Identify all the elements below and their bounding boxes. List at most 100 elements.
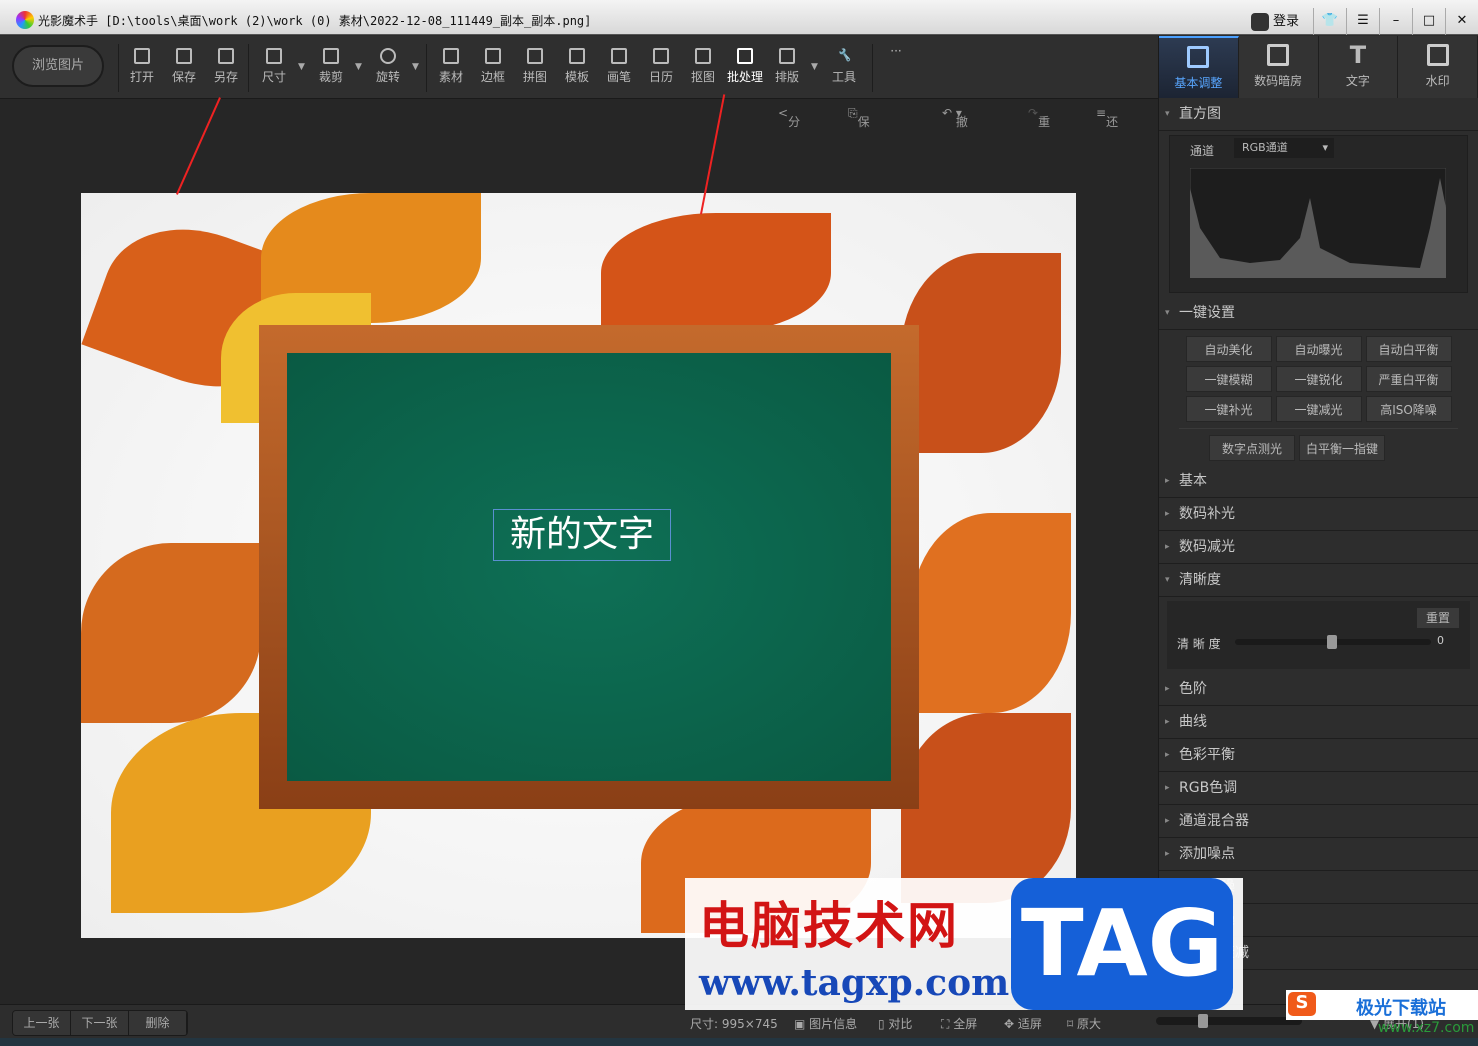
crop-icon	[323, 48, 339, 64]
login-button[interactable]: 登录	[1237, 8, 1313, 35]
rotate-button[interactable]: 旋转	[368, 48, 408, 85]
resize-button[interactable]: 尺寸	[254, 48, 294, 85]
batch-button[interactable]: 批处理	[722, 48, 768, 85]
brush-icon	[611, 48, 627, 64]
right-panel: 基本调整 数码暗房 T文字 水印 直方图 通道 RGB通道▾ 一键设置 自动美化…	[1158, 36, 1478, 1004]
close-button[interactable]: ✕	[1445, 8, 1478, 35]
calendar-button[interactable]: 日历	[641, 48, 681, 85]
auto-beautify-button[interactable]: 自动美化	[1185, 336, 1272, 362]
save-action-button[interactable]: ⎘ 保存动作	[848, 106, 870, 180]
section-histogram[interactable]: 直方图	[1159, 98, 1478, 131]
one-click-sharpen-button[interactable]: 一键锐化	[1275, 366, 1362, 392]
section-channel-mixer[interactable]: 通道混合器	[1159, 805, 1478, 838]
text-layer[interactable]: 新的文字	[493, 509, 671, 561]
one-click-blur-button[interactable]: 一键模糊	[1185, 366, 1272, 392]
watermark-cn-text: 电脑技术网	[699, 897, 959, 955]
section-rgb-tone[interactable]: RGB色调	[1159, 772, 1478, 805]
white-balance-picker-button[interactable]: 白平衡一指键	[1299, 435, 1385, 461]
app-logo-icon	[16, 11, 34, 29]
template-button[interactable]: 模板	[557, 48, 597, 85]
sharpness-controls: 重置 清 晰 度 0	[1167, 601, 1470, 669]
layout-dropdown-icon[interactable]: ▼	[811, 62, 818, 72]
material-button[interactable]: 素材	[431, 48, 471, 85]
original-size-button[interactable]: ⌑ 原大	[1067, 1015, 1101, 1032]
more-button[interactable]: ···	[876, 44, 916, 58]
skin-button[interactable]: 👕	[1313, 8, 1346, 35]
border-icon	[485, 48, 501, 64]
compare-button[interactable]: ▯ 对比	[878, 1015, 912, 1032]
slider-handle[interactable]	[1327, 635, 1337, 649]
rotate-dropdown-icon[interactable]: ▼	[412, 62, 419, 72]
channel-select[interactable]: RGB通道 ▾	[1234, 138, 1334, 158]
reduce-light-button[interactable]: 一键减光	[1275, 396, 1362, 422]
section-curves[interactable]: 曲线	[1159, 706, 1478, 739]
next-image-button[interactable]: 下一张	[71, 1011, 129, 1035]
cutout-button[interactable]: 抠图	[683, 48, 723, 85]
channel-label: 通道	[1190, 144, 1215, 158]
star-icon	[443, 48, 459, 64]
prev-image-button[interactable]: 上一张	[13, 1011, 71, 1035]
tab-darkroom[interactable]: 数码暗房	[1238, 36, 1319, 98]
brush-button[interactable]: 画笔	[599, 48, 639, 85]
calendar-icon	[653, 48, 669, 64]
section-color-balance[interactable]: 色彩平衡	[1159, 739, 1478, 772]
high-iso-denoise-button[interactable]: 高ISO降噪	[1365, 396, 1452, 422]
camera-icon	[1267, 44, 1290, 66]
open-button[interactable]: 打开	[122, 48, 162, 85]
sharpness-value: 0	[1437, 634, 1444, 647]
layout-button[interactable]: 排版	[767, 48, 807, 85]
browse-images-button[interactable]: 浏览图片	[12, 45, 104, 87]
pen-icon	[695, 48, 711, 64]
crop-button[interactable]: 裁剪	[311, 48, 351, 85]
window-title: 光影魔术手 [D:\tools\桌面\work (2)\work (0) 素材\…	[38, 14, 592, 28]
tab-watermark[interactable]: 水印	[1398, 36, 1478, 98]
wrench-icon: 🔧	[836, 48, 852, 62]
tab-basic-adjust[interactable]: 基本调整	[1159, 36, 1239, 98]
restore-button[interactable]: ≡ 还原	[1096, 106, 1118, 146]
zoom-slider[interactable]	[1156, 1014, 1302, 1028]
resize-dropdown-icon[interactable]: ▼	[298, 62, 305, 72]
spot-metering-button[interactable]: 数字点测光	[1209, 435, 1295, 461]
zoom-slider-handle[interactable]	[1198, 1014, 1208, 1028]
xz7-text: 极光下载站	[1356, 998, 1446, 1019]
image-info-button[interactable]: ▣ 图片信息	[794, 1015, 857, 1032]
user-face-icon	[1250, 12, 1269, 31]
fill-light-button[interactable]: 一键补光	[1185, 396, 1272, 422]
section-add-noise[interactable]: 添加噪点	[1159, 838, 1478, 871]
save-icon	[176, 48, 192, 64]
fullscreen-button[interactable]: ⛶ 全屏	[941, 1015, 977, 1032]
save-button[interactable]: 保存	[164, 48, 204, 85]
section-basic[interactable]: 基本	[1159, 465, 1478, 498]
minimize-button[interactable]: –	[1379, 8, 1412, 35]
sogou-icon: S	[1288, 992, 1316, 1016]
tools-button[interactable]: 🔧 工具	[824, 48, 864, 85]
section-reduce-light[interactable]: 数码减光	[1159, 531, 1478, 564]
watermark-tag-logo: TAG	[1011, 878, 1233, 1010]
section-fill-light[interactable]: 数码补光	[1159, 498, 1478, 531]
severe-white-balance-button[interactable]: 严重白平衡	[1365, 366, 1452, 392]
section-one-click[interactable]: 一键设置	[1159, 297, 1478, 330]
auto-white-balance-button[interactable]: 自动白平衡	[1365, 336, 1452, 362]
section-sharpness[interactable]: 清晰度	[1159, 564, 1478, 597]
collage-button[interactable]: 拼图	[515, 48, 555, 85]
crop-dropdown-icon[interactable]: ▼	[355, 62, 362, 72]
undo-button[interactable]: ↶ 撤销 ▾	[942, 106, 968, 146]
histogram-graph	[1190, 168, 1446, 278]
reset-button[interactable]: 重置	[1416, 607, 1460, 629]
redo-button[interactable]: ↷ 重做	[1028, 106, 1050, 146]
main-toolbar: 浏览图片 打开 保存 另存 尺寸 ▼ 裁剪 ▼ 旋转 ▼ 素材 边框 拼图 模板…	[0, 36, 1158, 98]
border-button[interactable]: 边框	[473, 48, 513, 85]
delete-button[interactable]: 删除	[129, 1011, 187, 1035]
save-as-button[interactable]: 另存	[206, 48, 246, 85]
layout-icon	[779, 48, 795, 64]
maximize-button[interactable]: □	[1412, 8, 1445, 35]
sharpness-slider[interactable]	[1235, 635, 1431, 649]
auto-exposure-button[interactable]: 自动曝光	[1275, 336, 1362, 362]
share-button[interactable]: < 分享	[778, 106, 800, 146]
image-preview[interactable]: 新的文字	[81, 193, 1076, 938]
section-levels[interactable]: 色阶	[1159, 673, 1478, 706]
menu-button[interactable]: ☰	[1346, 8, 1379, 35]
fit-screen-button[interactable]: ✥ 适屏	[1004, 1015, 1042, 1032]
tab-text[interactable]: T 文字	[1318, 36, 1399, 98]
text-t-icon: T	[1349, 41, 1367, 69]
